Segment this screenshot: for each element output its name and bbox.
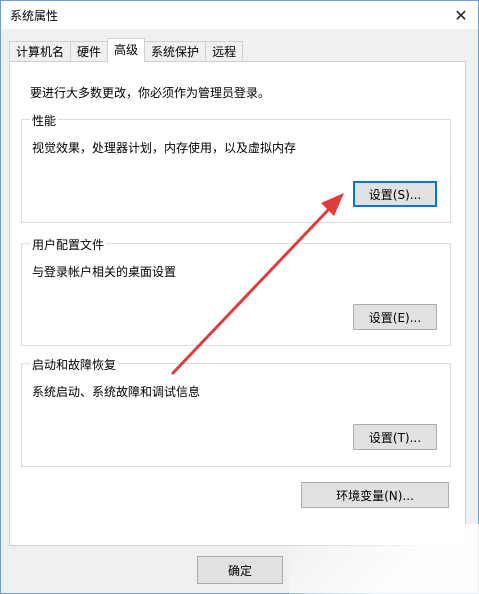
- watermark-fade: [289, 524, 479, 594]
- title-bar[interactable]: 系统属性 ✕: [1, 1, 478, 29]
- window-title: 系统属性: [10, 9, 59, 23]
- user-profiles-group-title: 用户配置文件: [30, 236, 107, 253]
- user-profiles-group: 用户配置文件 与登录帐户相关的桌面设置 设置(E)...: [21, 236, 451, 346]
- system-properties-window: 系统属性 ✕ 计算机名 硬件 高级 系统保护 远程 要进行大多数更改，你必须作为…: [0, 0, 479, 594]
- startup-recovery-group: 启动和故障恢复 系统启动、系统故障和调试信息 设置(T)...: [21, 356, 451, 467]
- performance-group: 性能 视觉效果，处理器计划，内存使用，以及虚拟内存 设置(S)...: [21, 112, 451, 223]
- advanced-tab-panel: 要进行大多数更改，你必须作为管理员登录。 性能 视觉效果，处理器计划，内存使用，…: [9, 61, 466, 546]
- startup-recovery-settings-button[interactable]: 设置(T)...: [353, 424, 437, 450]
- tab-hardware[interactable]: 硬件: [70, 41, 109, 62]
- environment-variables-button[interactable]: 环境变量(N)...: [301, 482, 449, 508]
- performance-group-title: 性能: [30, 112, 59, 129]
- admin-notice: 要进行大多数更改，你必须作为管理员登录。: [30, 86, 271, 100]
- ok-button[interactable]: 确定: [197, 556, 283, 584]
- user-profiles-description: 与登录帐户相关的桌面设置: [32, 265, 177, 279]
- user-profiles-settings-button[interactable]: 设置(E)...: [353, 304, 437, 330]
- tab-remote[interactable]: 远程: [205, 41, 244, 62]
- performance-settings-button[interactable]: 设置(S)...: [353, 181, 437, 207]
- tab-advanced[interactable]: 高级: [107, 38, 146, 62]
- tab-system-protection[interactable]: 系统保护: [144, 41, 207, 62]
- startup-recovery-group-title: 启动和故障恢复: [30, 356, 119, 373]
- startup-recovery-description: 系统启动、系统故障和调试信息: [32, 385, 201, 399]
- tab-strip: 计算机名 硬件 高级 系统保护 远程: [9, 38, 244, 62]
- performance-description: 视觉效果，处理器计划，内存使用，以及虚拟内存: [32, 141, 297, 155]
- tab-computer-name[interactable]: 计算机名: [9, 41, 72, 62]
- close-icon[interactable]: ✕: [444, 1, 478, 29]
